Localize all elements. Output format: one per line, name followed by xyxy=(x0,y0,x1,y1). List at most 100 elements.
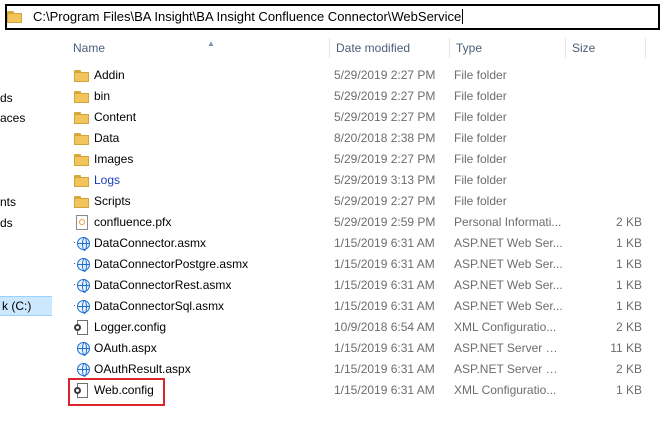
file-type: Personal Informati... xyxy=(454,215,562,229)
sort-ascending-icon: ▲ xyxy=(207,39,215,48)
file-row[interactable]: ·· DataConnector.asmx 1/15/2019 6:31 AM ASP… xyxy=(52,233,664,254)
column-header-date[interactable]: Date modified xyxy=(330,38,450,58)
folder-icon xyxy=(74,107,90,128)
file-type: XML Configuratio... xyxy=(454,383,557,397)
file-name: DataConnectorPostgre.asmx xyxy=(94,257,249,271)
file-name: Addin xyxy=(94,68,125,82)
file-date-modified: 1/15/2019 6:31 AM xyxy=(334,383,435,397)
file-type: File folder xyxy=(454,110,507,124)
file-type: File folder xyxy=(454,131,507,145)
file-size xyxy=(570,65,642,86)
file-name: Images xyxy=(94,152,134,166)
folder-icon xyxy=(74,170,90,191)
column-header-size[interactable]: Size xyxy=(566,38,646,58)
file-type: ASP.NET Server Pa... xyxy=(454,362,564,376)
file-name: DataConnector.asmx xyxy=(94,236,207,250)
file-size xyxy=(570,149,642,170)
file-date-modified: 8/20/2018 2:38 PM xyxy=(334,131,436,145)
file-name: Logs xyxy=(94,173,121,187)
file-name: OAuth.aspx xyxy=(94,341,157,355)
file-date-modified: 1/15/2019 6:31 AM xyxy=(334,257,435,271)
file-row[interactable]: ·· DataConnectorRest.asmx 1/15/2019 6:31 A… xyxy=(52,275,664,296)
file-type: File folder xyxy=(454,194,507,208)
address-bar: C:\Program Files\BA Insight\BA Insight C… xyxy=(0,0,664,38)
file-size: 1 KB xyxy=(615,278,642,292)
config-file-icon xyxy=(74,317,90,338)
file-name: Logger.config xyxy=(94,320,167,334)
file-size: 1 KB xyxy=(615,236,642,250)
web-service-icon: ·· xyxy=(74,296,90,317)
file-size: 1 KB xyxy=(615,383,642,397)
nav-item-downloads[interactable]: ds xyxy=(0,88,13,108)
file-name: Scripts xyxy=(94,194,131,208)
folder-icon xyxy=(74,128,90,149)
file-row[interactable]: Addin 5/29/2019 2:27 PM File folder xyxy=(52,65,664,86)
file-date-modified: 1/15/2019 6:31 AM xyxy=(334,236,435,250)
file-size: 2 KB xyxy=(615,215,642,229)
file-date-modified: 5/29/2019 2:27 PM xyxy=(334,110,436,124)
nav-item-local-disk-c[interactable]: k (C:) xyxy=(0,296,52,316)
file-name: DataConnectorSql.asmx xyxy=(94,299,225,313)
folder-icon xyxy=(7,11,23,23)
file-row[interactable]: bin 5/29/2019 2:27 PM File folder xyxy=(52,86,664,107)
file-row[interactable]: Content 5/29/2019 2:27 PM File folder xyxy=(52,107,664,128)
text-caret xyxy=(462,9,464,24)
file-type: ASP.NET Web Ser... xyxy=(454,257,563,271)
file-row[interactable]: Scripts 5/29/2019 2:27 PM File folder xyxy=(52,191,664,212)
file-date-modified: 1/15/2019 6:31 AM xyxy=(334,278,435,292)
file-name: confluence.pfx xyxy=(94,215,172,229)
file-type: XML Configuratio... xyxy=(454,320,557,334)
file-row[interactable]: Data 8/20/2018 2:38 PM File folder xyxy=(52,128,664,149)
file-size: 1 KB xyxy=(615,257,642,271)
file-row[interactable]: Logs 5/29/2019 3:13 PM File folder xyxy=(52,170,664,191)
web-page-icon xyxy=(74,359,90,380)
file-date-modified: 1/15/2019 6:31 AM xyxy=(334,299,435,313)
file-name: OAuthResult.aspx xyxy=(94,362,191,376)
file-size xyxy=(570,107,642,128)
file-row[interactable]: OAuth.aspx 1/15/2019 6:31 AM ASP.NET Serve… xyxy=(52,338,664,359)
file-row[interactable]: OAuthResult.aspx 1/15/2019 6:31 AM ASP.NET… xyxy=(52,359,664,380)
nav-item-downloads-2[interactable]: ds xyxy=(0,213,13,233)
file-date-modified: 5/29/2019 2:27 PM xyxy=(334,152,436,166)
file-row[interactable]: ·· DataConnectorPostgre.asmx 1/15/2019 6:3… xyxy=(52,254,664,275)
file-date-modified: 10/9/2018 6:54 AM xyxy=(334,320,435,334)
file-row[interactable]: Images 5/29/2019 2:27 PM File folder xyxy=(52,149,664,170)
file-row[interactable]: ·· DataConnectorSql.asmx 1/15/2019 6:31 AM… xyxy=(52,296,664,317)
file-type: ASP.NET Web Ser... xyxy=(454,299,563,313)
file-type: ASP.NET Web Ser... xyxy=(454,278,563,292)
file-date-modified: 5/29/2019 2:27 PM xyxy=(334,194,436,208)
file-name: Data xyxy=(94,131,120,145)
file-type: File folder xyxy=(454,173,507,187)
file-size xyxy=(570,191,642,212)
file-date-modified: 1/15/2019 6:31 AM xyxy=(334,362,435,376)
nav-item-documents[interactable]: nts xyxy=(0,192,16,212)
file-name: bin xyxy=(94,89,111,103)
file-type: ASP.NET Server Pa... xyxy=(454,341,564,355)
web-service-icon: ·· xyxy=(74,254,90,275)
file-size: 11 KB xyxy=(610,341,642,355)
web-service-icon: ·· xyxy=(74,275,90,296)
web-service-icon: ·· xyxy=(74,233,90,254)
file-size xyxy=(570,86,642,107)
address-path: C:\Program Files\BA Insight\BA Insight C… xyxy=(33,9,464,24)
file-type: File folder xyxy=(454,68,507,82)
folder-icon xyxy=(74,86,90,107)
navigation-pane: ds aces nts ds k (C:) xyxy=(0,38,52,428)
column-header-row: Name ▲ Date modified Type Size xyxy=(52,38,664,58)
file-row[interactable]: confluence.pfx 5/29/2019 2:59 PM Personal … xyxy=(52,212,664,233)
address-input[interactable]: C:\Program Files\BA Insight\BA Insight C… xyxy=(5,4,660,30)
nav-item-places[interactable]: aces xyxy=(0,108,25,128)
web-config-highlight-box xyxy=(68,378,165,406)
file-type: File folder xyxy=(454,152,507,166)
file-size: 2 KB xyxy=(615,362,642,376)
file-list: Name ▲ Date modified Type Size Addin 5/29/… xyxy=(52,38,664,428)
column-header-name[interactable]: Name ▲ xyxy=(67,38,330,58)
file-size: 2 KB xyxy=(615,320,642,334)
column-header-type[interactable]: Type xyxy=(450,38,566,58)
file-date-modified: 5/29/2019 3:13 PM xyxy=(334,173,436,187)
file-name: Content xyxy=(94,110,137,124)
file-row[interactable]: Logger.config 10/9/2018 6:54 AM XML Config… xyxy=(52,317,664,338)
file-size: 1 KB xyxy=(615,299,642,313)
folder-icon xyxy=(74,65,90,86)
certificate-icon xyxy=(74,212,90,233)
